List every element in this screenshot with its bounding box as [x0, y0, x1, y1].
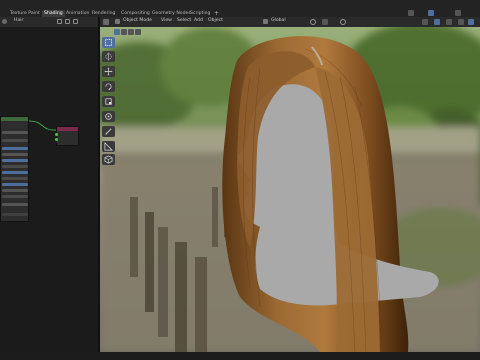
select-mode-icon[interactable] [121, 29, 127, 35]
tab-shading[interactable]: Shading [42, 10, 65, 17]
node-field[interactable] [2, 139, 28, 142]
principled-hair-node[interactable] [0, 116, 29, 222]
3d-viewport[interactable] [100, 27, 480, 352]
tab-rendering[interactable]: Rendering [92, 10, 115, 17]
node-field[interactable] [2, 195, 28, 198]
node-field[interactable] [2, 177, 28, 180]
material-output-node[interactable] [55, 126, 79, 146]
object-mode-icon [115, 19, 120, 24]
menu-view[interactable]: View [161, 18, 172, 23]
tab-scripting[interactable]: Scripting [190, 10, 210, 17]
editor-type-icon[interactable] [103, 19, 109, 25]
workspace-tab-bar: Texture Paint Shading Animation Renderin… [0, 0, 480, 17]
node-field[interactable] [2, 153, 28, 156]
tab-compositing[interactable]: Compositing [121, 10, 150, 17]
node-field[interactable] [2, 203, 28, 206]
node-header[interactable] [57, 127, 78, 131]
scene-icon[interactable] [408, 10, 414, 16]
transform-icon[interactable] [102, 111, 115, 122]
viewport-header: Object Mode View Select Add Object Globa… [100, 17, 480, 27]
menu-add[interactable]: Add [194, 18, 203, 23]
snap-icon[interactable] [322, 19, 328, 25]
node-field[interactable] [2, 189, 28, 192]
rotate-icon[interactable] [102, 81, 115, 92]
select-box-icon[interactable] [102, 37, 115, 48]
orientation-icon [263, 19, 268, 24]
tab-animation[interactable]: Animation [66, 10, 89, 17]
menu-select[interactable]: Select [177, 18, 191, 23]
visibility-icon[interactable] [422, 19, 428, 25]
tool-shelf [102, 37, 116, 165]
status-bar [0, 352, 480, 360]
measure-icon[interactable] [102, 141, 115, 152]
object-mode-dropdown[interactable]: Object Mode [123, 18, 152, 23]
node-slider[interactable] [2, 147, 28, 150]
shading-solid-icon[interactable] [458, 19, 464, 25]
node-socket[interactable] [55, 138, 58, 141]
node-slider[interactable] [2, 183, 28, 186]
move-icon[interactable] [102, 66, 115, 77]
proportional-edit-icon[interactable] [340, 19, 346, 25]
node-field[interactable] [2, 165, 28, 168]
add-cube-icon[interactable] [102, 154, 115, 165]
add-workspace-button[interactable]: + [214, 10, 219, 17]
rendered-scene[interactable] [100, 27, 480, 352]
menu-object[interactable]: Object [208, 18, 223, 23]
shading-rendered-icon[interactable] [468, 19, 474, 25]
annotate-icon[interactable] [102, 126, 115, 137]
overlays-icon[interactable] [434, 19, 440, 25]
select-mode-icon[interactable] [128, 29, 134, 35]
node-slider[interactable] [2, 159, 28, 162]
tab-geometry-nodes[interactable]: Geometry Nodes [152, 10, 191, 17]
transform-orientation-dropdown[interactable]: Global [271, 18, 286, 23]
node-slider[interactable] [2, 171, 28, 174]
xray-icon[interactable] [446, 19, 452, 25]
cursor-icon[interactable] [102, 51, 115, 62]
pivot-icon[interactable] [310, 19, 316, 25]
node-header[interactable] [1, 117, 28, 121]
scale-icon[interactable] [102, 96, 115, 107]
node-field[interactable] [2, 213, 28, 216]
view-layer-icon[interactable] [428, 10, 434, 16]
select-mode-icon[interactable] [135, 29, 141, 35]
node-socket[interactable] [55, 133, 58, 136]
node-field[interactable] [2, 131, 28, 134]
select-mode-icon[interactable] [114, 29, 120, 35]
filter-icon[interactable] [455, 10, 461, 16]
tab-texture-paint[interactable]: Texture Paint [10, 10, 40, 17]
